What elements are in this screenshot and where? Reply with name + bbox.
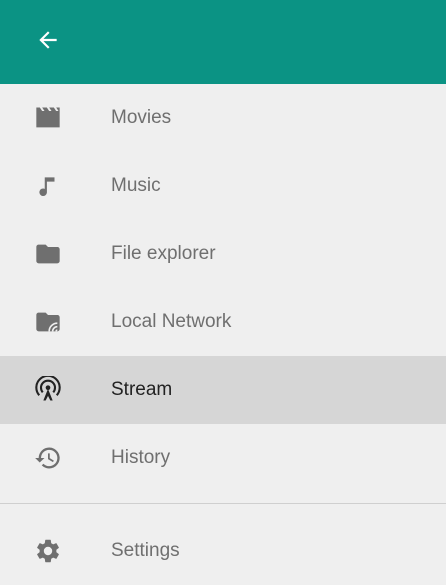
menu-item-stream[interactable]: Stream (0, 356, 446, 424)
menu-item-label: File explorer (111, 243, 216, 264)
navigation-menu: Movies Music File explorer Local Network (0, 84, 446, 492)
back-button[interactable] (28, 20, 68, 60)
menu-item-file-explorer[interactable]: File explorer (0, 220, 446, 288)
gear-icon (34, 537, 62, 565)
stream-antenna-icon (34, 376, 62, 404)
network-folder-icon (34, 308, 62, 336)
menu-item-label: Stream (111, 379, 173, 400)
music-note-icon (34, 172, 62, 200)
menu-item-label: Settings (111, 540, 180, 561)
history-icon (34, 444, 62, 472)
menu-item-history[interactable]: History (0, 424, 446, 492)
menu-divider (0, 503, 446, 504)
app-header (0, 0, 446, 84)
menu-item-label: Music (111, 175, 161, 196)
menu-item-music[interactable]: Music (0, 152, 446, 220)
menu-item-movies[interactable]: Movies (0, 84, 446, 152)
menu-item-label: Local Network (111, 311, 232, 332)
arrow-back-icon (39, 31, 57, 49)
menu-item-settings[interactable]: Settings (0, 517, 446, 585)
settings-section: Settings (0, 517, 446, 585)
menu-item-label: History (111, 447, 171, 468)
folder-icon (34, 240, 62, 268)
movie-clapper-icon (34, 104, 62, 132)
menu-item-label: Movies (111, 107, 172, 128)
menu-item-local-network[interactable]: Local Network (0, 288, 446, 356)
